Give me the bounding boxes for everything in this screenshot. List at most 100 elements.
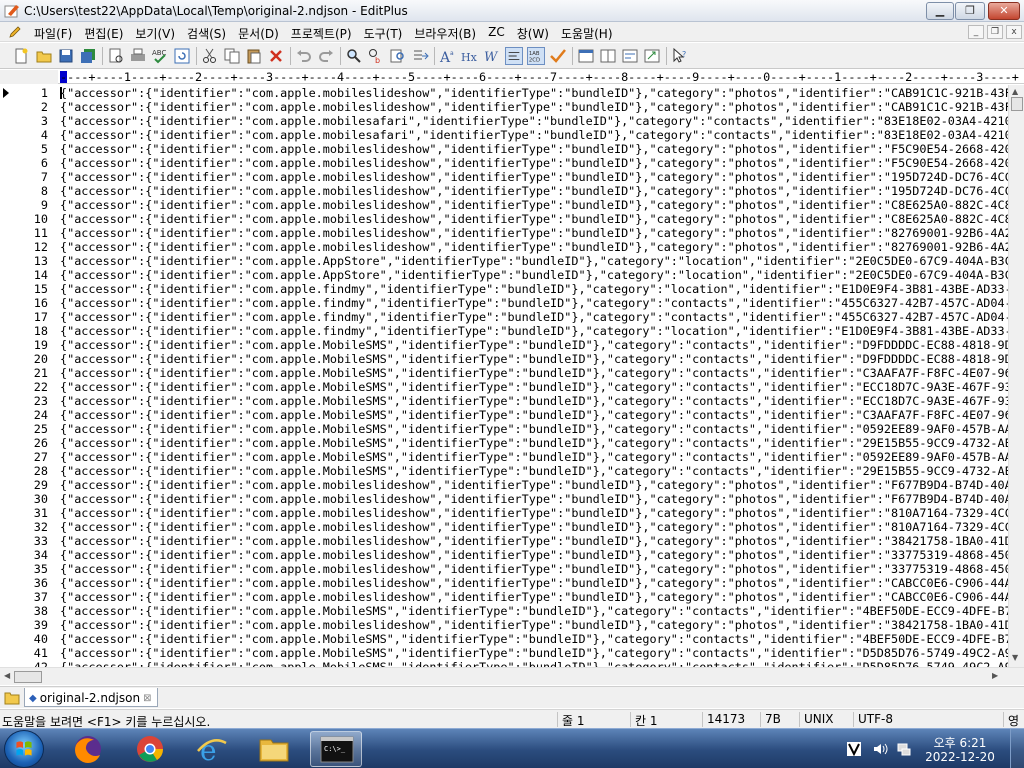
editor-line[interactable]: 8 {"accessor":{"identifier":"com.apple.mo… bbox=[0, 184, 1008, 198]
redo-icon[interactable] bbox=[317, 47, 335, 65]
clip-icon[interactable] bbox=[621, 47, 639, 65]
ruler-icon[interactable]: 1AB2CD bbox=[527, 47, 545, 65]
editor-line[interactable]: 3 {"accessor":{"identifier":"com.apple.mo… bbox=[0, 114, 1008, 128]
editor-line[interactable]: 41 {"accessor":{"identifier":"com.apple.M… bbox=[0, 646, 1008, 660]
editor-line[interactable]: 29 {"accessor":{"identifier":"com.apple.m… bbox=[0, 478, 1008, 492]
line-text[interactable]: {"accessor":{"identifier":"com.apple.Mob… bbox=[60, 394, 1008, 408]
line-text[interactable]: {"accessor":{"identifier":"com.apple.Mob… bbox=[60, 408, 1008, 422]
line-text[interactable]: {"accessor":{"identifier":"com.apple.mob… bbox=[60, 86, 1008, 100]
editor-line[interactable]: 25 {"accessor":{"identifier":"com.apple.M… bbox=[0, 422, 1008, 436]
line-text[interactable]: {"accessor":{"identifier":"com.apple.mob… bbox=[60, 128, 1008, 142]
maximize-button[interactable]: ❐ bbox=[955, 2, 985, 20]
scroll-right-icon[interactable]: ▶ bbox=[992, 671, 998, 680]
editor-line[interactable]: 5 {"accessor":{"identifier":"com.apple.mo… bbox=[0, 142, 1008, 156]
show-desktop-button[interactable] bbox=[1010, 729, 1024, 768]
network-icon[interactable] bbox=[896, 741, 912, 757]
open-file-icon[interactable] bbox=[35, 47, 53, 65]
browser-icon[interactable] bbox=[577, 47, 595, 65]
vertical-scroll-thumb[interactable] bbox=[1011, 97, 1023, 111]
menu-item[interactable]: ZC bbox=[482, 24, 511, 43]
start-button[interactable] bbox=[4, 730, 44, 768]
line-text[interactable]: {"accessor":{"identifier":"com.apple.Mob… bbox=[60, 352, 1008, 366]
editor-line[interactable]: 21 {"accessor":{"identifier":"com.apple.M… bbox=[0, 366, 1008, 380]
line-text[interactable]: {"accessor":{"identifier":"com.apple.fin… bbox=[60, 282, 1008, 296]
menu-item[interactable]: 도움말(H) bbox=[555, 24, 619, 43]
tray-action-center-icon[interactable] bbox=[846, 741, 862, 757]
menu-item[interactable]: 브라우저(B) bbox=[408, 24, 482, 43]
line-text[interactable]: {"accessor":{"identifier":"com.apple.mob… bbox=[60, 240, 1008, 254]
menu-item[interactable]: 문서(D) bbox=[232, 24, 285, 43]
vertical-scrollbar[interactable]: ▲ ▼ bbox=[1008, 85, 1024, 667]
editor-line[interactable]: 35 {"accessor":{"identifier":"com.apple.m… bbox=[0, 562, 1008, 576]
hex-icon[interactable]: Hx bbox=[461, 47, 479, 65]
word-wrap-icon[interactable] bbox=[505, 47, 523, 65]
clock-date[interactable]: 2022-12-20 bbox=[918, 750, 1002, 764]
editor-line[interactable]: 37 {"accessor":{"identifier":"com.apple.m… bbox=[0, 590, 1008, 604]
help-pointer-icon[interactable]: ? bbox=[671, 47, 689, 65]
editor-line[interactable]: 22 {"accessor":{"identifier":"com.apple.M… bbox=[0, 380, 1008, 394]
print-icon[interactable] bbox=[129, 47, 147, 65]
editor-line[interactable]: 38 {"accessor":{"identifier":"com.apple.M… bbox=[0, 604, 1008, 618]
line-text[interactable]: {"accessor":{"identifier":"com.apple.mob… bbox=[60, 170, 1008, 184]
preview-icon[interactable] bbox=[599, 47, 617, 65]
line-text[interactable]: {"accessor":{"identifier":"com.apple.Mob… bbox=[60, 660, 1008, 667]
clock-time[interactable]: 오후 6:21 bbox=[930, 734, 990, 751]
editor-line[interactable]: 1 {"accessor":{"identifier":"com.apple.mo… bbox=[0, 86, 1008, 100]
tab-original-2-ndjson[interactable]: ◆ original-2.ndjson ⊠ bbox=[24, 688, 159, 707]
line-text[interactable]: {"accessor":{"identifier":"com.apple.mob… bbox=[60, 184, 1008, 198]
line-text[interactable]: {"accessor":{"identifier":"com.apple.mob… bbox=[60, 198, 1008, 212]
editor-line[interactable]: 6 {"accessor":{"identifier":"com.apple.mo… bbox=[0, 156, 1008, 170]
editor-line[interactable]: 7 {"accessor":{"identifier":"com.apple.mo… bbox=[0, 170, 1008, 184]
font-icon[interactable]: Aa bbox=[439, 47, 457, 65]
tab-close-icon[interactable]: ⊠ bbox=[143, 693, 151, 704]
mdi-minimize-button[interactable]: _ bbox=[968, 25, 984, 39]
line-text[interactable]: {"accessor":{"identifier":"com.apple.mob… bbox=[60, 212, 1008, 226]
editor-area[interactable]: 1 {"accessor":{"identifier":"com.apple.mo… bbox=[0, 85, 1008, 667]
editor-line[interactable]: 18 {"accessor":{"identifier":"com.apple.f… bbox=[0, 324, 1008, 338]
horizontal-scroll-thumb[interactable] bbox=[14, 671, 42, 683]
line-text[interactable]: {"accessor":{"identifier":"com.apple.App… bbox=[60, 254, 1008, 268]
line-text[interactable]: {"accessor":{"identifier":"com.apple.mob… bbox=[60, 562, 1008, 576]
line-text[interactable]: {"accessor":{"identifier":"com.apple.Mob… bbox=[60, 338, 1008, 352]
editor-line[interactable]: 10 {"accessor":{"identifier":"com.apple.m… bbox=[0, 212, 1008, 226]
menu-item[interactable]: 검색(S) bbox=[181, 24, 232, 43]
new-file-icon[interactable] bbox=[12, 47, 30, 65]
editor-line[interactable]: 19 {"accessor":{"identifier":"com.apple.M… bbox=[0, 338, 1008, 352]
line-text[interactable]: {"accessor":{"identifier":"com.apple.mob… bbox=[60, 114, 1008, 128]
firefox-taskbar-button[interactable] bbox=[62, 731, 114, 767]
undo-icon[interactable] bbox=[295, 47, 313, 65]
copy-icon[interactable] bbox=[223, 47, 241, 65]
line-text[interactable]: {"accessor":{"identifier":"com.apple.fin… bbox=[60, 324, 1008, 338]
replace-icon[interactable]: b bbox=[367, 47, 385, 65]
editor-line[interactable]: 16 {"accessor":{"identifier":"com.apple.f… bbox=[0, 296, 1008, 310]
line-text[interactable]: {"accessor":{"identifier":"com.apple.Mob… bbox=[60, 464, 1008, 478]
editor-line[interactable]: 12 {"accessor":{"identifier":"com.apple.m… bbox=[0, 240, 1008, 254]
editor-line[interactable]: 24 {"accessor":{"identifier":"com.apple.M… bbox=[0, 408, 1008, 422]
editor-line[interactable]: 32 {"accessor":{"identifier":"com.apple.m… bbox=[0, 520, 1008, 534]
editor-line[interactable]: 26 {"accessor":{"identifier":"com.apple.M… bbox=[0, 436, 1008, 450]
line-text[interactable]: {"accessor":{"identifier":"com.apple.mob… bbox=[60, 156, 1008, 170]
line-text[interactable]: {"accessor":{"identifier":"com.apple.mob… bbox=[60, 520, 1008, 534]
mdi-restore-button[interactable]: ❐ bbox=[987, 25, 1003, 39]
scroll-down-icon[interactable]: ▼ bbox=[1012, 653, 1018, 662]
scroll-left-icon[interactable]: ◀ bbox=[4, 671, 10, 680]
line-text[interactable]: {"accessor":{"identifier":"com.apple.mob… bbox=[60, 226, 1008, 240]
paste-icon[interactable] bbox=[245, 47, 263, 65]
editor-line[interactable]: 34 {"accessor":{"identifier":"com.apple.m… bbox=[0, 548, 1008, 562]
menu-item[interactable]: 보기(V) bbox=[129, 24, 181, 43]
line-text[interactable]: {"accessor":{"identifier":"com.apple.mob… bbox=[60, 576, 1008, 590]
command-prompt-taskbar-button[interactable]: C:\>_ bbox=[310, 731, 362, 767]
editor-line[interactable]: 30 {"accessor":{"identifier":"com.apple.m… bbox=[0, 492, 1008, 506]
menu-item[interactable]: 편집(E) bbox=[78, 24, 129, 43]
folder-icon[interactable] bbox=[4, 690, 20, 705]
menu-item[interactable]: 도구(T) bbox=[358, 24, 409, 43]
line-text[interactable]: {"accessor":{"identifier":"com.apple.mob… bbox=[60, 142, 1008, 156]
save-icon[interactable] bbox=[57, 47, 75, 65]
editor-line[interactable]: 14 {"accessor":{"identifier":"com.apple.A… bbox=[0, 268, 1008, 282]
line-text[interactable]: {"accessor":{"identifier":"com.apple.Mob… bbox=[60, 380, 1008, 394]
find-icon[interactable] bbox=[345, 47, 363, 65]
editor-line[interactable]: 9 {"accessor":{"identifier":"com.apple.mo… bbox=[0, 198, 1008, 212]
print-preview-icon[interactable] bbox=[107, 47, 125, 65]
line-text[interactable]: {"accessor":{"identifier":"com.apple.mob… bbox=[60, 590, 1008, 604]
line-text[interactable]: {"accessor":{"identifier":"com.apple.mob… bbox=[60, 492, 1008, 506]
